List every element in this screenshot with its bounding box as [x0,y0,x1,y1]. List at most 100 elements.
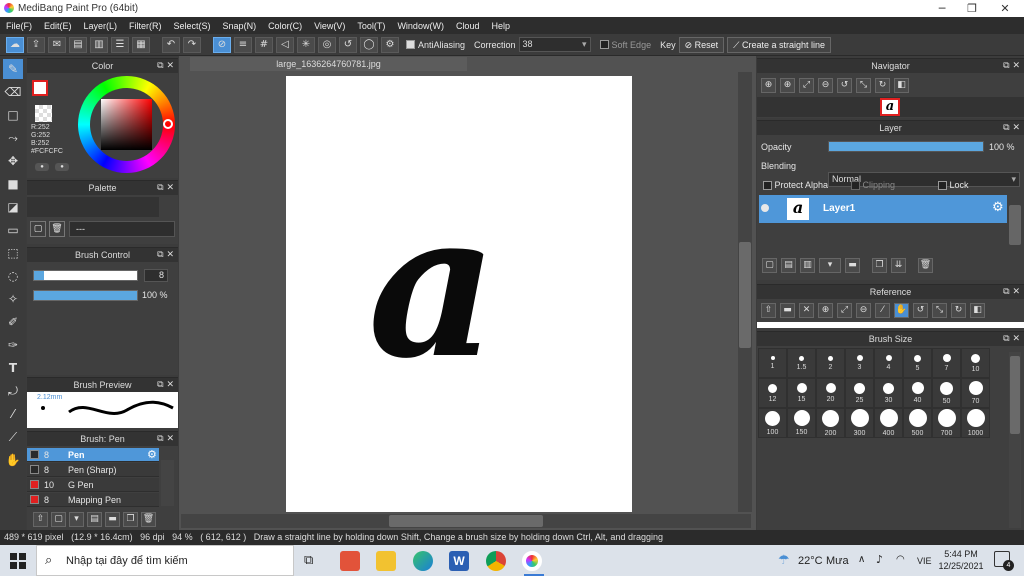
hue-picker-handle[interactable] [163,119,173,129]
cross-snap-icon[interactable]: # [255,36,273,53]
operation-tool-icon[interactable]: ⤾ [3,381,23,401]
layer-settings-icon[interactable]: ⚙ [992,200,1004,215]
brush-size-cell[interactable]: 12 [758,378,787,408]
brush-delete-icon[interactable]: 🗑 [141,512,156,527]
canvas-hscroll-thumb[interactable] [389,515,543,527]
panel-close-icon[interactable]: ⧉ ✕ [1003,332,1020,346]
document-tab[interactable]: large_1636264760781.jpg [190,57,467,71]
brush-copy-icon[interactable]: ▤ [87,512,102,527]
reference-eyedropper-icon[interactable]: ⁄ [875,303,890,318]
panel-close-icon[interactable]: ⧉ ✕ [1003,285,1020,299]
brush-list-item[interactable]: 8 Mapping Pen [27,493,159,507]
close-button[interactable]: ✕ [990,0,1020,17]
volume-icon[interactable]: ♪ [876,553,883,566]
reference-rotate-right-icon[interactable]: ↻ [951,303,966,318]
menu-edit[interactable]: Edit(E) [44,21,72,31]
lasso-tool-icon[interactable]: ◌ [3,266,23,286]
file-explorer-icon[interactable] [376,551,396,571]
minimize-button[interactable]: ─ [927,0,957,17]
brush-list-item[interactable]: 8 Pen ⚙ [27,448,159,462]
brush-size-cell[interactable]: 7 [932,348,961,378]
redo-icon[interactable]: ↷ [183,36,201,53]
protect-alpha-option[interactable]: Protect Alpha [763,180,828,191]
soft-edge-checkbox[interactable] [599,40,609,49]
new-8bit-layer-icon[interactable]: ▥ [800,258,815,273]
weather-text[interactable]: Mưa [826,555,849,567]
brush-settings-icon[interactable]: ⚙ [147,448,157,461]
brush-size-cell[interactable]: 200 [816,408,845,438]
eraser-tool-icon[interactable]: ⌫ [3,82,23,102]
layer-opacity-slider[interactable] [828,141,984,152]
brush-list-scrollbar[interactable] [161,460,174,506]
palette-select[interactable]: --- [69,221,175,237]
new-halftone-layer-icon[interactable]: ▤ [781,258,796,273]
weather-temp[interactable]: 22°C [798,555,823,567]
clipping-checkbox[interactable] [851,181,860,191]
eyedropper-tool-icon[interactable]: ⁄ [3,404,23,424]
word-icon[interactable]: W [449,551,469,571]
vanish-snap-icon[interactable]: ◁ [276,36,294,53]
document-icon[interactable]: ▤ [69,36,87,53]
brush-size-cell[interactable]: 100 [758,408,787,438]
new-palette-icon[interactable]: ▢ [30,221,46,237]
menu-color[interactable]: Color(C) [268,21,302,31]
zoom-out-icon[interactable]: ⊖ [818,78,833,93]
menu-window[interactable]: Window(W) [397,21,444,31]
magic-wand-icon[interactable]: ✧ [3,289,23,309]
reference-close-icon[interactable]: ✕ [799,303,814,318]
brush-size-cell[interactable]: 700 [932,408,961,438]
brush-size-cell[interactable]: 5 [903,348,932,378]
reference-flip-icon[interactable]: ◧ [970,303,985,318]
brush-list-item[interactable]: 8 Pen (Sharp) [27,463,159,477]
canvas-vscroll-thumb[interactable] [739,242,751,348]
actual-size-icon[interactable]: ⤡ [856,78,871,93]
layer-visibility-icon[interactable] [761,204,769,212]
panel-close-icon[interactable]: ⧉ ✕ [1003,59,1020,73]
menu-select[interactable]: Select(S) [174,21,211,31]
brush-size-cell[interactable]: 500 [903,408,932,438]
menu-cloud[interactable]: Cloud [456,21,480,31]
reference-fit-icon[interactable]: ⤢ [837,303,852,318]
fill-tool-icon[interactable]: ◪ [3,197,23,217]
add-layer-menu-icon[interactable]: ▾ [819,258,841,273]
layer-scrollbar[interactable] [1009,205,1021,245]
flip-icon[interactable]: ◧ [894,78,909,93]
brush-size-cell[interactable]: 25 [845,378,874,408]
select-pen-icon[interactable]: ✐ [3,312,23,332]
snap-off-icon[interactable]: ⊘ [213,36,231,53]
panel-close-icon[interactable]: ⧉ ✕ [157,181,174,195]
circle-snap-icon[interactable]: ◎ [318,36,336,53]
reference-upload-icon[interactable]: ⇧ [761,303,776,318]
reference-hand-icon[interactable]: ✋ [894,303,909,318]
brush-size-cell[interactable]: 3 [845,348,874,378]
transparent-color-swatch[interactable] [35,105,52,122]
panel-close-icon[interactable]: ⧉ ✕ [157,248,174,262]
delete-palette-icon[interactable]: 🗑 [49,221,65,237]
paint-app-icon[interactable] [340,551,360,571]
brush-size-cell[interactable]: 150 [787,408,816,438]
snap-settings-icon[interactable]: ⚙ [381,36,399,53]
share-icon[interactable]: ⇪ [27,36,45,53]
brush-size-cell[interactable]: 2 [816,348,845,378]
comment-icon[interactable]: ✉ [48,36,66,53]
palette-swatch-area[interactable] [27,197,159,217]
navigator-preview[interactable]: a [757,97,1024,117]
reference-open-icon[interactable]: ▬ [780,303,795,318]
gradient-tool-icon[interactable]: ▭ [3,220,23,240]
lock-checkbox[interactable] [938,181,947,191]
ellipse-snap-icon[interactable]: ◯ [360,36,378,53]
language-indicator[interactable]: VIE [917,556,932,566]
reference-zoom-out-icon[interactable]: ⊖ [856,303,871,318]
antialiasing-checkbox[interactable] [406,40,415,49]
menu-filter[interactable]: Filter(R) [129,21,162,31]
color-mode-button[interactable]: ● [35,163,49,171]
zoom-in-icon[interactable]: ⊕ [780,78,795,93]
radial-snap-icon[interactable]: ✳ [297,36,315,53]
brush-size-cell[interactable]: 10 [961,348,990,378]
brush-size-cell[interactable]: 20 [816,378,845,408]
tray-chevron-icon[interactable]: ∧ [858,554,865,565]
menu-tool[interactable]: Tool(T) [357,21,385,31]
panel-close-icon[interactable]: ⧉ ✕ [157,378,174,392]
menu-help[interactable]: Help [491,21,510,31]
brush-size-cell[interactable]: 70 [961,378,990,408]
